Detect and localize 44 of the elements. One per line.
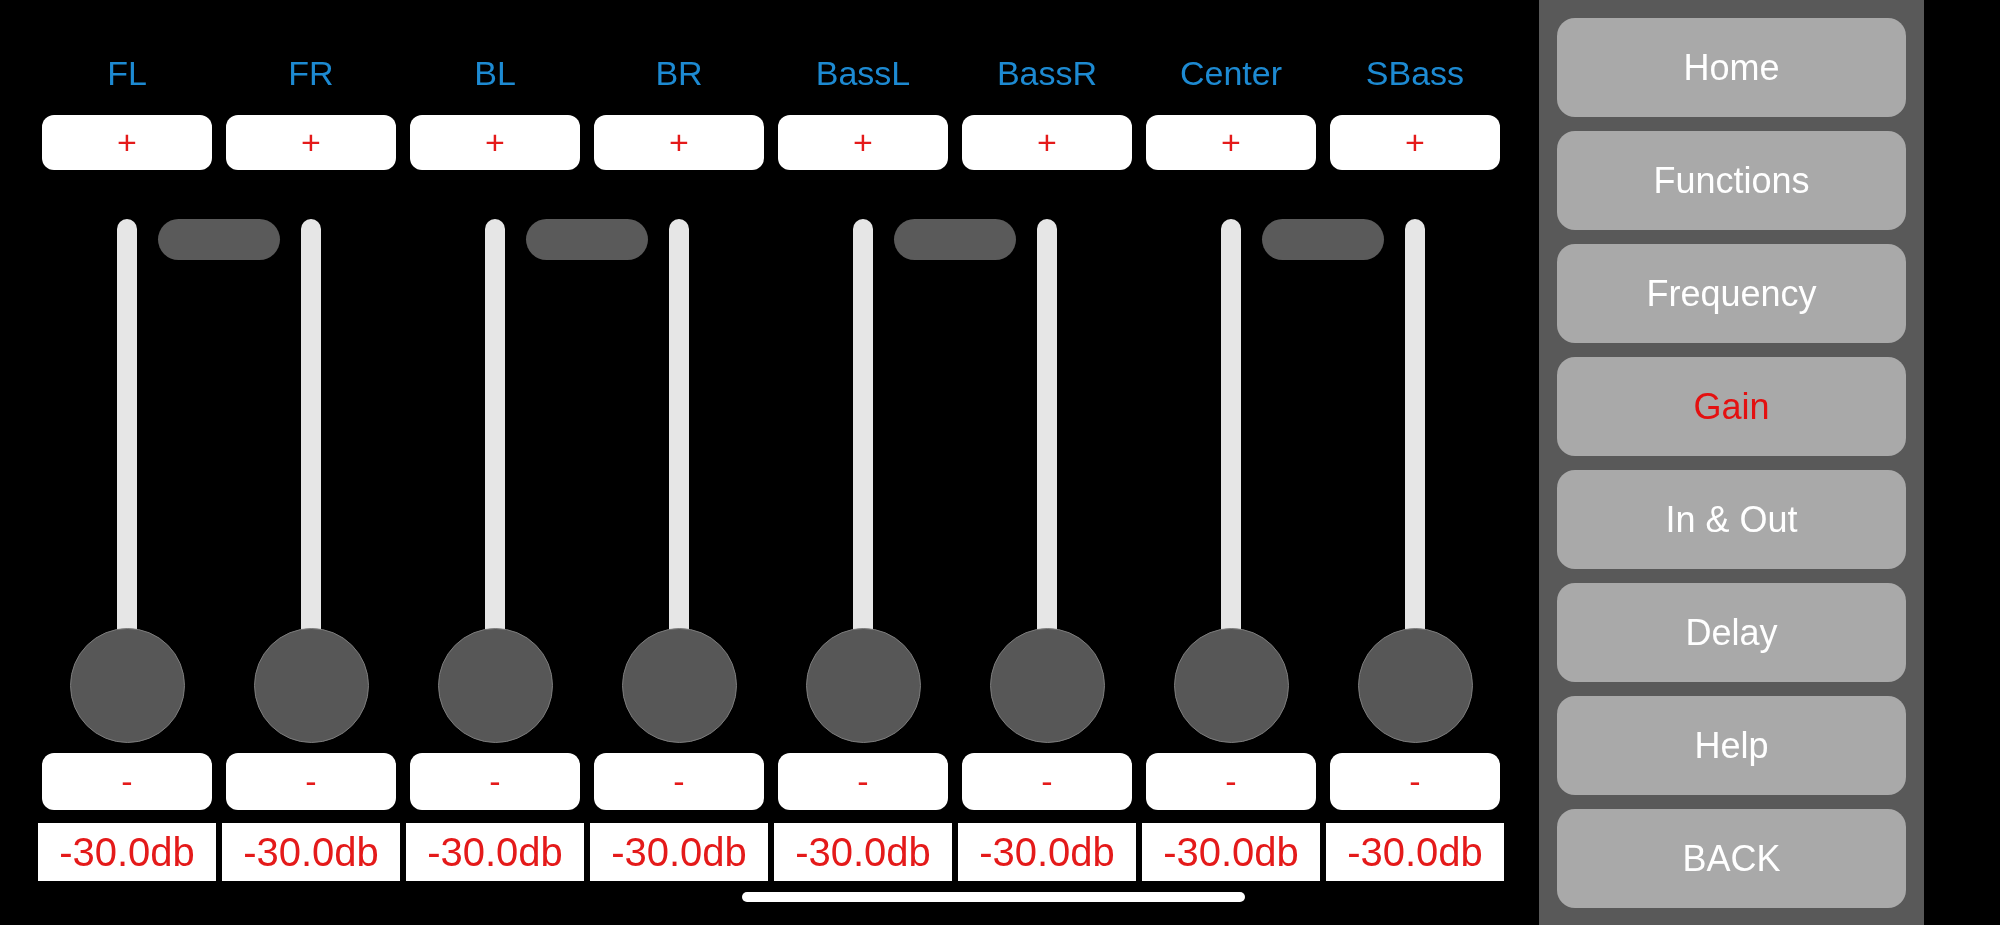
channel-label: SBass: [1365, 53, 1465, 93]
gain-readout: -30.0db: [38, 823, 216, 881]
fader-slider[interactable]: [989, 219, 1105, 743]
pair-toggle[interactable]: [894, 219, 1016, 260]
decrease-button[interactable]: -: [42, 753, 212, 810]
fader-slider[interactable]: [437, 219, 553, 743]
gain-readout: -30.0db: [1326, 823, 1504, 881]
fader-slider[interactable]: [621, 219, 737, 743]
pair-toggle[interactable]: [526, 219, 648, 260]
pair-toggle[interactable]: [1262, 219, 1384, 260]
decrease-button[interactable]: -: [226, 753, 396, 810]
channel-label: BassR: [996, 53, 1098, 93]
decrease-button[interactable]: -: [594, 753, 764, 810]
increase-button[interactable]: +: [42, 115, 212, 170]
increase-button[interactable]: +: [226, 115, 396, 170]
fader-slider[interactable]: [253, 219, 369, 743]
gain-readout: -30.0db: [958, 823, 1136, 881]
channel-label: BL: [474, 53, 516, 93]
fader-slider[interactable]: [69, 219, 185, 743]
channel-label: FL: [107, 53, 147, 93]
decrease-button[interactable]: -: [962, 753, 1132, 810]
increase-button[interactable]: +: [410, 115, 580, 170]
gain-readout: -30.0db: [1142, 823, 1320, 881]
increase-button[interactable]: +: [1146, 115, 1316, 170]
increase-button[interactable]: +: [1330, 115, 1500, 170]
gain-readout: -30.0db: [222, 823, 400, 881]
fader-slider[interactable]: [805, 219, 921, 743]
decrease-button[interactable]: -: [778, 753, 948, 810]
decrease-button[interactable]: -: [1146, 753, 1316, 810]
increase-button[interactable]: +: [778, 115, 948, 170]
channel-label: BR: [655, 53, 703, 93]
gain-readout: -30.0db: [774, 823, 952, 881]
gain-readout: -30.0db: [590, 823, 768, 881]
increase-button[interactable]: +: [962, 115, 1132, 170]
pair-toggle[interactable]: [158, 219, 280, 260]
decrease-button[interactable]: -: [1330, 753, 1500, 810]
decrease-button[interactable]: -: [410, 753, 580, 810]
channel-label: BassL: [815, 53, 911, 93]
increase-button[interactable]: +: [594, 115, 764, 170]
gain-readout: -30.0db: [406, 823, 584, 881]
fader-slider[interactable]: [1357, 219, 1473, 743]
fader-slider[interactable]: [1173, 219, 1289, 743]
channel-label: FR: [288, 53, 334, 93]
channel-label: Center: [1179, 53, 1283, 93]
